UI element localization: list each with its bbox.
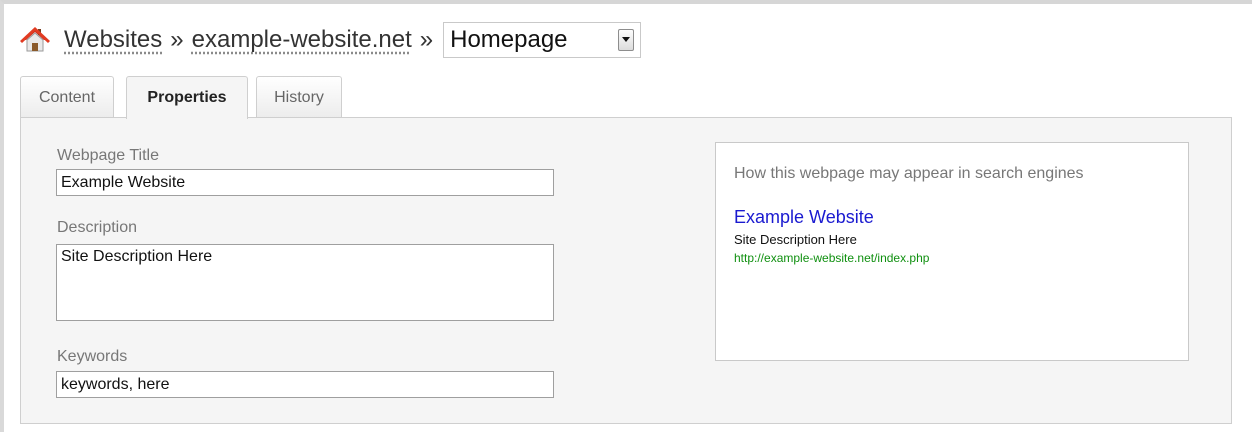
page-select[interactable]: Homepage <box>443 22 642 58</box>
keywords-input[interactable] <box>56 371 554 398</box>
house-icon <box>18 23 52 57</box>
description-label: Description <box>57 219 138 236</box>
breadcrumb-site-link[interactable]: example-website.net <box>192 26 412 54</box>
search-preview-description: Site Description Here <box>734 232 857 247</box>
webpage-title-label: Webpage Title <box>57 147 159 164</box>
search-preview-heading: How this webpage may appear in search en… <box>734 165 1084 182</box>
breadcrumb-separator: » <box>419 26 434 53</box>
keywords-label: Keywords <box>57 348 128 365</box>
search-preview-box: How this webpage may appear in search en… <box>715 142 1189 361</box>
webpage-title-input[interactable] <box>56 169 554 196</box>
chevron-down-icon[interactable] <box>618 29 635 51</box>
search-preview-title: Example Website <box>734 207 874 227</box>
breadcrumb-websites-link[interactable]: Websites <box>64 26 162 54</box>
page-select-value: Homepage <box>450 26 568 53</box>
tab-content[interactable]: Content <box>20 76 114 118</box>
tab-properties[interactable]: Properties <box>126 76 248 119</box>
search-preview-url: http://example-website.net/index.php <box>734 251 930 265</box>
breadcrumb: Websites » example-website.net » Homepag… <box>18 18 642 62</box>
description-textarea[interactable]: Site Description Here <box>56 244 554 321</box>
tab-history[interactable]: History <box>256 76 342 118</box>
properties-panel: Webpage Title Description Site Descripti… <box>20 117 1232 424</box>
breadcrumb-separator: » <box>170 26 184 53</box>
